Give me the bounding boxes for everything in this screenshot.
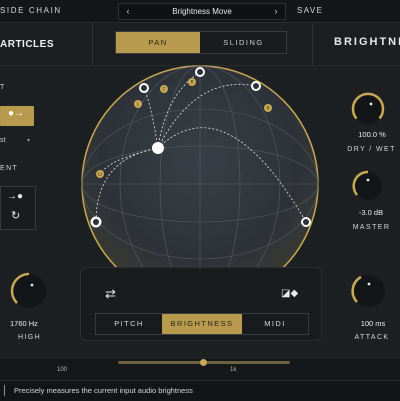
- logo: ARTICLES: [0, 39, 54, 50]
- dice-icon[interactable]: ◪◆: [281, 288, 298, 299]
- preset-name[interactable]: Brightness Move: [135, 4, 269, 19]
- channel-dot-label: Ls: [98, 172, 102, 177]
- speaker-point-inner: [303, 219, 309, 225]
- preset-next-button[interactable]: ›: [269, 4, 283, 19]
- mode-button[interactable]: ●→: [0, 106, 34, 126]
- top-bar: SIDE CHAIN ‹ Brightness Move › SAVE: [0, 0, 400, 23]
- divider: [312, 23, 313, 65]
- high-label: HIGH: [18, 334, 42, 341]
- dot-arrow-icon: ●→: [8, 108, 25, 119]
- attack-label: ATTACK: [354, 334, 390, 341]
- side-chain-button[interactable]: SIDE CHAIN: [0, 6, 62, 15]
- tab-pitch[interactable]: PITCH: [96, 314, 162, 334]
- reset-icon[interactable]: ↻: [11, 209, 20, 222]
- tab-brightness[interactable]: BRIGHTNESS: [162, 314, 242, 334]
- master-label: MASTER: [352, 224, 391, 231]
- channel-dot-label: R: [267, 106, 270, 111]
- status-bar: Precisely measures the current input aud…: [0, 380, 400, 401]
- source-panel: ⇄ ◪◆ PITCH BRIGHTNESS MIDI: [80, 267, 322, 341]
- preset-selector[interactable]: ‹ Brightness Move ›: [118, 3, 286, 20]
- source-handle[interactable]: [152, 142, 164, 154]
- master-value[interactable]: -3.0 dB: [346, 208, 396, 217]
- mode-tabs: PAN SLIDING: [115, 31, 287, 54]
- high-knob[interactable]: [8, 270, 50, 312]
- frequency-handle[interactable]: [200, 359, 207, 366]
- frequency-ruler[interactable]: 100 1k: [0, 357, 400, 380]
- chevron-down-icon[interactable]: ▾: [27, 137, 30, 144]
- status-divider: [4, 385, 5, 396]
- ruler-tick-label: 100: [57, 367, 68, 373]
- speaker-point-inner: [141, 85, 147, 91]
- arrow-dot-icon[interactable]: →●: [7, 191, 23, 202]
- dry-wet-knob[interactable]: [349, 90, 387, 128]
- left-label-top: T: [0, 84, 6, 91]
- divider: [92, 23, 93, 65]
- source-tabs: PITCH BRIGHTNESS MIDI: [95, 313, 309, 335]
- tab-pan[interactable]: PAN: [116, 32, 200, 53]
- module-title: BRIGHTNES: [334, 36, 400, 48]
- status-text: Precisely measures the current input aud…: [14, 386, 193, 395]
- tab-sliding[interactable]: SLIDING: [201, 32, 286, 53]
- channel-dot-label: R: [191, 80, 194, 85]
- mode-select[interactable]: st: [0, 137, 5, 144]
- high-value[interactable]: 1760 Hz: [10, 319, 60, 328]
- speaker-point-inner: [93, 219, 99, 225]
- channel-dot-label: C: [163, 87, 166, 92]
- attack-knob[interactable]: [349, 271, 389, 311]
- left-label-mid: ENT: [0, 165, 19, 172]
- route-box: →● ↻: [0, 186, 36, 230]
- dry-wet-label: DRY / WET: [347, 146, 396, 153]
- save-button[interactable]: SAVE: [297, 6, 323, 15]
- attack-value[interactable]: 100 ms: [348, 319, 398, 328]
- shuffle-icon[interactable]: ⇄: [105, 286, 116, 302]
- ruler-tick-label: 1k: [230, 367, 237, 373]
- dry-wet-value[interactable]: 100.0 %: [347, 130, 397, 139]
- tab-midi[interactable]: MIDI: [242, 314, 308, 334]
- header: ARTICLES PAN SLIDING BRIGHTNES: [0, 23, 400, 66]
- speaker-point-inner: [197, 69, 203, 75]
- preset-prev-button[interactable]: ‹: [121, 4, 135, 19]
- speaker-point-inner: [253, 83, 259, 89]
- master-knob[interactable]: [350, 168, 386, 204]
